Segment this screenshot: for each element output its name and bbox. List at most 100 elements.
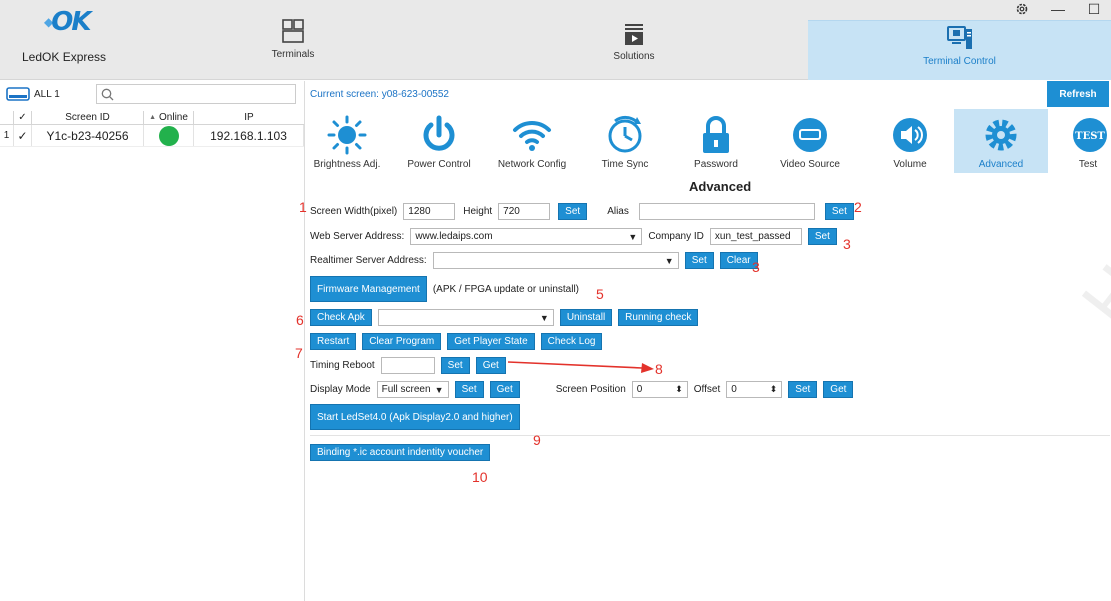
app-logo: ◆OK [44,7,91,37]
search-input[interactable] [95,84,296,104]
display-mode-set-button[interactable]: Set [454,381,484,398]
size-set-button[interactable]: Set [558,203,588,220]
func-password[interactable]: Password [686,113,746,170]
func-network[interactable]: Network Config [496,113,568,170]
screen-width-input[interactable]: 1280 [403,203,456,220]
table-row[interactable]: 1 ✓ Y1c-b23-40256 192.168.1.103 [0,125,304,147]
left-toolbar: ALL 1 [0,81,304,107]
ledset-row: Start LedSet4.0 (Apk Display2.0 and high… [310,404,520,430]
func-time-sync[interactable]: Time Sync [598,113,652,170]
company-id-set-button[interactable]: Set [807,228,837,245]
func-video-source[interactable]: Video Source [772,113,848,170]
web-server-row: Web Server Address: www.ledaips.com ▼ Co… [310,228,837,245]
terminal-list-panel: ALL 1 ✓ Screen ID ▲ Online IP 1 ✓ Y1c-b2… [0,81,305,601]
web-server-select[interactable]: www.ledaips.com ▼ [410,228,643,245]
col-check[interactable]: ✓ [14,111,32,124]
position-get-button[interactable]: Get [823,381,854,398]
stepper-icon: ⬍ [675,384,683,394]
all-label: ALL 1 [34,88,60,100]
firmware-row: Firmware Management (APK / FPGA update o… [310,276,579,302]
power-icon [423,115,455,151]
maximize-button[interactable]: ☐ [1087,2,1101,16]
advanced-title: Advanced [689,179,752,194]
alias-input[interactable] [638,203,815,220]
annotation-8: 8 [655,361,663,377]
col-online[interactable]: ▲ Online [144,111,194,124]
offset-label: Offset [693,384,721,395]
display-mode-row: Display Mode Full screen ▼ Set Get Scree… [310,381,854,398]
annotation-3: 3 [843,236,851,252]
uninstall-button[interactable]: Uninstall [559,309,613,326]
lock-icon [703,116,729,153]
func-advanced[interactable]: Advanced [954,109,1048,173]
nav-terminal-control[interactable]: Terminal Control [808,20,1111,80]
annotation-2: 2 [854,199,862,215]
restart-button[interactable]: Restart [310,333,357,350]
col-num [0,111,14,124]
window-controls: — ☐ [1015,2,1101,16]
clear-program-button[interactable]: Clear Program [362,333,442,350]
alias-set-button[interactable]: Set [824,203,854,220]
firmware-management-button[interactable]: Firmware Management [310,276,427,302]
screen-position-label: Screen Position [555,384,626,395]
nav-solutions[interactable]: Solutions [608,22,660,82]
solutions-icon [625,24,643,45]
svg-text:TEST: TEST [1075,131,1105,142]
timing-reboot-get-button[interactable]: Get [475,357,506,374]
timing-reboot-input[interactable] [380,357,435,374]
online-status-icon [158,125,179,146]
annotation-7: 7 [295,345,303,361]
current-screen: Current screen: y08-623-00552 [310,89,449,100]
binding-voucher-button[interactable]: Binding *.ic account indentity voucher [310,444,491,461]
chevron-down-icon: ▼ [434,384,444,395]
col-screen-id[interactable]: Screen ID [32,111,144,124]
stepper-icon: ⬍ [769,384,778,394]
display-mode-get-button[interactable]: Get [489,381,520,398]
realtimer-set-button[interactable]: Set [684,252,714,269]
brightness-icon [327,115,367,155]
wifi-icon [513,120,551,151]
annotation-10: 10 [472,469,488,485]
nav-terminals[interactable]: Terminals [268,18,318,78]
check-apk-button[interactable]: Check Apk [310,309,372,326]
timing-reboot-set-button[interactable]: Set [440,357,470,374]
apk-select[interactable]: ▼ [377,309,554,326]
get-player-state-button[interactable]: Get Player State [447,333,535,350]
running-check-button[interactable]: Running check [618,309,699,326]
refresh-button[interactable]: Refresh [1047,81,1109,107]
screen-width-label: Screen Width(pixel) [310,206,398,217]
start-ledset-button[interactable]: Start LedSet4.0 (Apk Display2.0 and high… [310,404,520,430]
device-group-icon [6,87,30,101]
clock-icon [608,115,642,153]
table-header: ✓ Screen ID ▲ Online IP [0,111,304,125]
company-id-input[interactable]: xun_test_passed [709,228,802,245]
func-brightness[interactable]: Brightness Adj. [312,113,382,170]
minimize-button[interactable]: — [1051,2,1065,16]
timing-reboot-label: Timing Reboot [310,360,375,371]
top-bar: ◆OK LedOK Express Terminals Solutions Te… [0,0,1111,80]
annotation-5: 5 [596,286,604,302]
offset-stepper[interactable]: 0 ⬍ [726,381,783,398]
check-log-button[interactable]: Check Log [540,333,603,350]
row-ip: 192.168.1.103 [194,125,304,146]
col-ip[interactable]: IP [194,111,304,124]
search-icon [101,88,114,100]
func-test[interactable]: TEST Test [1066,113,1110,170]
display-mode-select[interactable]: Full screen ▼ [376,381,449,398]
timing-reboot-row: Timing Reboot Set Get [310,357,506,374]
position-set-button[interactable]: Set [788,381,818,398]
gear-icon[interactable] [1015,2,1029,16]
terminals-icon [282,19,304,43]
height-input[interactable]: 720 [498,203,551,220]
all-filter[interactable]: ALL 1 [6,86,60,102]
row-checkbox[interactable]: ✓ [14,125,32,146]
function-bar: Brightness Adj. Power Control Network Co… [306,109,1111,173]
test-icon: TEST [1073,118,1107,152]
company-id-label: Company ID [648,231,704,242]
realtimer-select[interactable]: ▼ [432,252,679,269]
func-power[interactable]: Power Control [404,113,474,170]
realtimer-label: Realtimer Server Address: [310,255,427,266]
app-title: LedOK Express [22,50,107,64]
screen-position-stepper[interactable]: 0 ⬍ [631,381,688,398]
func-volume[interactable]: Volume [880,113,940,170]
